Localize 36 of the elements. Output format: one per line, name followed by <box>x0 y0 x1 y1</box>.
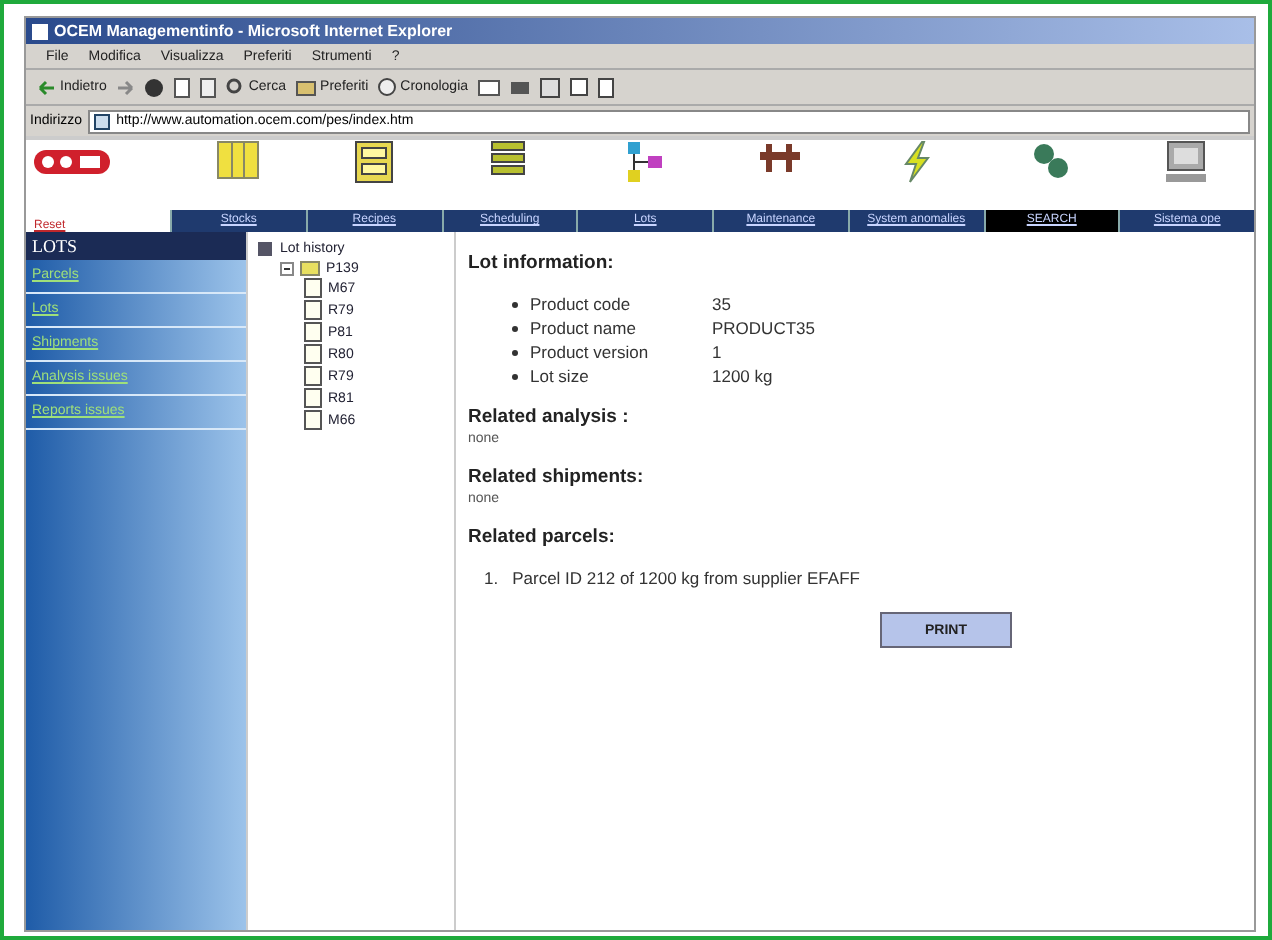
bullet-icon <box>512 325 518 331</box>
fact-label: Product code <box>530 294 631 314</box>
fact-label: Lot size <box>530 366 589 386</box>
folder-icon <box>296 79 317 95</box>
expander-icon[interactable] <box>280 261 294 275</box>
fact-value: 35 <box>712 294 733 314</box>
page-icon <box>94 113 111 129</box>
list-number: 1. <box>484 568 499 588</box>
parcel-text: Parcel ID 212 of 1200 kg from supplier EFAFF <box>512 568 860 588</box>
columns-icon <box>215 140 260 180</box>
fact-value: 1 <box>712 342 724 362</box>
bullet-icon <box>512 373 518 379</box>
section-heading: Related shipments: <box>468 466 646 488</box>
sidebar-heading: LOTS <box>26 232 246 260</box>
section-heading: Related parcels: <box>468 526 617 548</box>
folder-icon <box>300 260 320 276</box>
stack-icon <box>488 140 529 176</box>
section-heading: Lot information: <box>468 252 616 274</box>
fact-value: PRODUCT35 <box>712 318 817 338</box>
browser-icon <box>32 23 48 39</box>
bullet-icon <box>512 349 518 355</box>
toolbar-button[interactable] <box>540 77 561 97</box>
fact-value: 1200 kg <box>712 366 775 386</box>
document-icon <box>540 77 561 97</box>
logo-icon <box>34 148 110 176</box>
window-title: OCEM Managementinfo - Microsoft Internet Explorer <box>54 22 453 40</box>
forward-arrow-icon <box>116 79 135 95</box>
lightning-icon <box>899 140 932 184</box>
bullet-icon <box>512 301 518 307</box>
fact-label: Product name <box>530 318 636 338</box>
section-heading: Related analysis : <box>468 406 631 428</box>
back-arrow-icon <box>38 79 56 95</box>
boxes-icon <box>353 140 394 184</box>
flowchart-icon <box>624 140 665 184</box>
monitor-icon <box>1164 140 1209 184</box>
fact-label: Product version <box>530 342 649 362</box>
